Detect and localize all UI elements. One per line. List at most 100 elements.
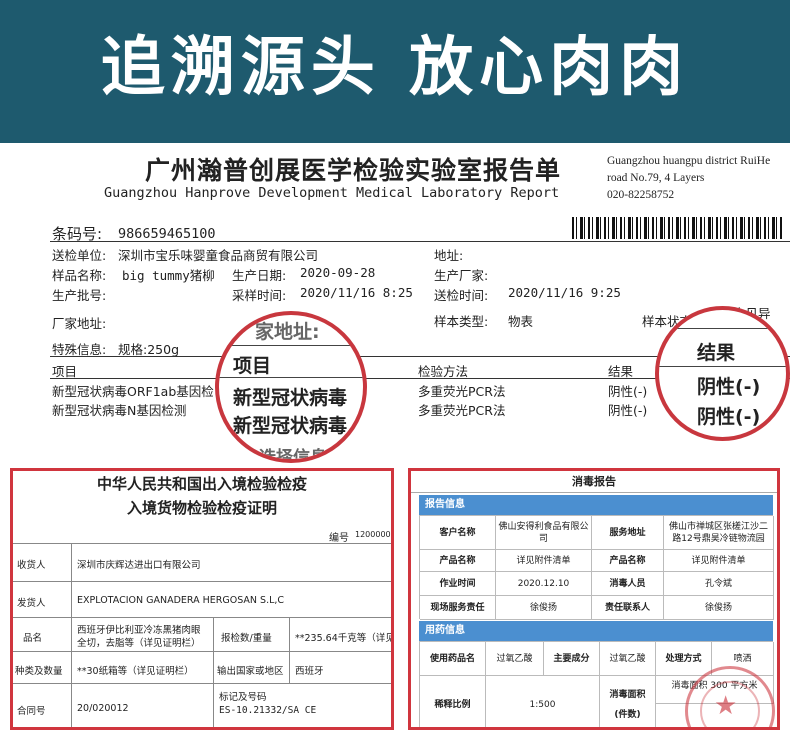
cell-label: 责任联系人 (592, 596, 664, 620)
result-row-method: 多重荧光PCR法 (418, 384, 506, 399)
certificate-title: 中华人民共和国出入境检验检疫 (96, 475, 307, 493)
consignor-value: EXPLOTACION GANADERA HERGOSAN S.L,C (77, 595, 285, 606)
cell-label: 产品名称 (592, 550, 664, 572)
sample-name-value: big tummy猪柳 (122, 268, 215, 283)
number-value: 12000000 (355, 530, 394, 539)
sample-name-label: 样品名称: (52, 268, 107, 283)
weight-value: **235.64千克等（详见证 (295, 633, 394, 644)
area-label-2: (件数) (614, 709, 641, 720)
disinfection-title: 消毒报告 (411, 471, 777, 493)
disinfection-report: 消毒报告 报告信息 客户名称 佛山安得利食品有限公司 服务地址 佛山市禅城区张槎… (408, 468, 780, 730)
info-table: 客户名称 佛山安得利食品有限公司 服务地址 佛山市禅城区张槎江沙二路12号鼎昊冷… (419, 515, 774, 620)
divider (289, 617, 290, 683)
cell-value: 佛山安得利食品有限公司 (496, 516, 592, 550)
divider (659, 328, 786, 329)
product-value: 西班牙伊比利亚冷冻黑猪肉眼 (77, 625, 201, 636)
report-subtitle: Guangzhou Hanprove Development Medical L… (104, 185, 560, 201)
origin-value: 西班牙 (295, 666, 324, 677)
sampling-time-label: 采样时间: (232, 288, 287, 303)
manufacturer-label: 生产厂家: (434, 268, 489, 283)
magnifier-left: 家地址: 项目 新型冠状病毒 新型冠状病毒 选择信息 (215, 311, 367, 463)
cell-value: 徐俊扬 (664, 596, 774, 620)
cell-value: 孔令斌 (664, 572, 774, 596)
zoom-text: 新型冠状病毒 (233, 387, 348, 409)
consignee-value: 深圳市庆辉达进出口有限公司 (77, 560, 201, 571)
divider (219, 345, 363, 346)
sample-type-label: 样本类型: (434, 314, 489, 329)
batch-label: 生产批号: (52, 288, 107, 303)
zoom-text: 选择信息 (259, 448, 327, 463)
zoom-text: 项目 (233, 355, 272, 377)
cell-label: 服务地址 (592, 516, 664, 550)
submit-time-label: 送检时间: (434, 288, 489, 303)
section-report-info: 报告信息 (419, 495, 773, 515)
result-row-result: 阴性(-) (608, 384, 648, 399)
contract-value: 20/020012 (77, 703, 129, 714)
submit-time-value: 2020/11/16 9:25 (508, 285, 621, 300)
barcode-value: 986659465100 (118, 226, 216, 242)
zoom-text: 新型冠状病毒 (233, 415, 348, 437)
magnifier-right: 结果 阴性(-) 阴性(-) (655, 306, 790, 441)
product-value: 全切，去脂等（详见证明栏） (77, 638, 201, 649)
lab-report: 广州瀚普创展医学检验实验室报告单 Guangzhou Hanprove Deve… (0, 143, 790, 463)
header-banner: 追溯源头 放心肉肉 (0, 0, 790, 143)
consignee-label: 收货人 (17, 560, 46, 571)
cell-label: 稀释比例 (420, 676, 486, 727)
mark-value: ES-10.21332/SA CE (219, 705, 317, 716)
cell-label: 作业时间 (420, 572, 496, 596)
package-value: **30纸箱等（详见证明栏） (77, 666, 194, 677)
cell-value: 2020.12.10 (496, 572, 592, 596)
production-date-value: 2020-09-28 (300, 265, 376, 280)
inspection-certificate: 中华人民共和国出入境检验检疫 入境货物检验检疫证明 编号 12000000 收货… (10, 468, 394, 730)
sampling-time-value: 2020/11/16 8:25 (300, 285, 413, 300)
product-label: 品名 (23, 633, 43, 644)
consignor-label: 发货人 (17, 598, 46, 609)
divider (71, 543, 72, 727)
divider (659, 366, 786, 367)
mark-label: 标记及号码 (219, 692, 267, 703)
submit-unit-value: 深圳市宝乐味婴童食品商贸有限公司 (118, 248, 319, 263)
submit-unit-label: 送检单位: (52, 248, 107, 263)
sample-type-value: 物表 (508, 314, 534, 329)
cell-label: 产品名称 (420, 550, 496, 572)
certificate-subtitle: 入境货物检验检疫证明 (126, 499, 277, 517)
cell-label: 使用药品名 (420, 642, 486, 676)
contract-label: 合同号 (17, 706, 46, 717)
star-icon: ★ (714, 691, 738, 721)
cell-value: 1:500 (486, 676, 600, 727)
cell-value: 佛山市禅城区张槎江沙二路12号鼎昊冷链物流园 (664, 516, 774, 550)
zoom-text: 家地址: (255, 321, 320, 343)
origin-label: 输出国家或地区 (217, 666, 284, 677)
cell-value: 过氧乙酸 (600, 642, 656, 676)
section-drug-info: 用药信息 (419, 621, 773, 641)
result-row-result: 阴性(-) (608, 403, 648, 418)
cell-value: 徐俊扬 (496, 596, 592, 620)
report-title: 广州瀚普创展医学检验实验室报告单 (145, 156, 562, 185)
cell-label: 消毒人员 (592, 572, 664, 596)
factory-address-label: 厂家地址: (52, 316, 107, 331)
cell-label: 处理方式 (656, 642, 712, 676)
weight-label: 报检数/重量 (221, 633, 272, 644)
report-address: Guangzhou huangpu district RuiHe road No… (607, 155, 771, 201)
result-row-item: 新型冠状病毒ORF1ab基因检 (52, 384, 214, 399)
divider (213, 617, 214, 727)
area-label: 消毒面积 (609, 689, 646, 700)
address-label: 地址: (434, 248, 464, 263)
zoom-text: 阴性(-) (697, 376, 761, 398)
cell-value: 过氧乙酸 (486, 642, 544, 676)
package-label: 种类及数量 (15, 666, 63, 677)
cell-label: 主要成分 (544, 642, 600, 676)
zoom-text: 阴性(-) (697, 406, 761, 428)
divider (219, 377, 363, 378)
cell-label: 现场服务责任 (420, 596, 496, 620)
cell-label: 消毒面积 (件数) (600, 676, 656, 727)
cell-label: 客户名称 (420, 516, 496, 550)
banner-title: 追溯源头 放心肉肉 (100, 31, 690, 105)
result-row-method: 多重荧光PCR法 (418, 403, 506, 418)
cell-value: 详见附件清单 (496, 550, 592, 572)
cell-value: 详见附件清单 (664, 550, 774, 572)
barcode-icon (572, 217, 784, 239)
number-label: 编号 (329, 533, 349, 544)
zoom-text: 结果 (697, 342, 736, 364)
divider (50, 241, 790, 242)
